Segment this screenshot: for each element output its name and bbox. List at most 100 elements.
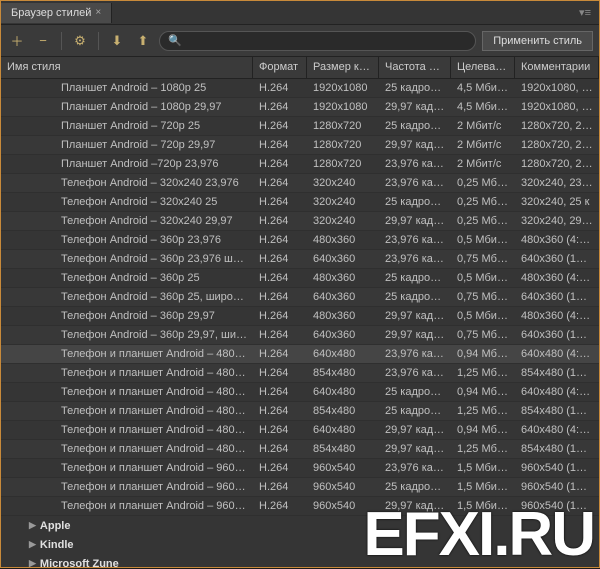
category-microsoft-zune[interactable]: ▶ Microsoft Zune (1, 554, 599, 567)
cell-name: Телефон Android – 360p 23,976 (1, 234, 253, 246)
close-icon[interactable]: × (95, 7, 101, 18)
cell-fmt: H.264 (253, 139, 307, 151)
cell-comm: 640x360 (16:9... (515, 253, 599, 265)
cell-name: Планшет Android – 1080p 25 (1, 82, 253, 94)
col-bitrate[interactable]: Целевая ч... (451, 57, 515, 78)
cell-rate: 29,97 кадро... (379, 101, 451, 113)
col-name[interactable]: Имя стиля (1, 57, 253, 78)
cell-rate: 25 кадров/... (379, 481, 451, 493)
panel-menu-icon[interactable]: ▾≡ (571, 6, 599, 19)
cell-rate: 29,97 кадро... (379, 310, 451, 322)
cell-name: Телефон и планшет Android – 960x540 2... (1, 500, 253, 512)
table-row[interactable]: Телефон Android – 360p 29,97H.264480x360… (1, 307, 599, 326)
table-row[interactable]: Телефон Android – 360p 25H.264480x36025 … (1, 269, 599, 288)
table-row[interactable]: Телефон Android – 360p 29,97, широкоэк..… (1, 326, 599, 345)
cell-comm: 640x480 (4:3... (515, 386, 599, 398)
search-input[interactable] (186, 35, 468, 47)
cell-comm: 640x360 (16:9... (515, 329, 599, 341)
cell-bit: 1,5 Мбит/с (451, 462, 515, 474)
cell-bit: 1,5 Мбит/с (451, 500, 515, 512)
cell-fmt: H.264 (253, 158, 307, 170)
cell-comm: 1920x1080, 2... (515, 82, 599, 94)
cell-comm: 320x240, 23,9... (515, 177, 599, 189)
cell-comm: 1280x720, 23... (515, 158, 599, 170)
cell-name: Телефон Android – 360p 23,976 широкоэ... (1, 253, 253, 265)
cell-rate: 25 кадров/... (379, 120, 451, 132)
add-icon[interactable]: ＋ (7, 31, 27, 51)
cell-name: Телефон и планшет Android – 480p 29,9... (1, 443, 253, 455)
table-row[interactable]: Планшет Android – 1080p 29,97H.2641920x1… (1, 98, 599, 117)
apply-style-button[interactable]: Применить стиль (482, 31, 593, 51)
table-row[interactable]: Телефон и планшет Android – 480p 29,97H.… (1, 421, 599, 440)
cell-size: 640x360 (307, 291, 379, 303)
cell-rate: 23,976 кад... (379, 367, 451, 379)
cell-fmt: H.264 (253, 196, 307, 208)
cell-comm: 1280x720, 25... (515, 120, 599, 132)
table-row[interactable]: Телефон Android – 320x240 29,97H.264320x… (1, 212, 599, 231)
cell-comm: 480x360 (4:3... (515, 272, 599, 284)
delete-icon[interactable]: − (33, 31, 53, 51)
cell-bit: 0,25 Мбит/с (451, 196, 515, 208)
cell-size: 640x480 (307, 386, 379, 398)
cell-fmt: H.264 (253, 310, 307, 322)
table-row[interactable]: Телефон Android – 360p 23,976 широкоэ...… (1, 250, 599, 269)
cell-bit: 1,25 Мбит/с (451, 367, 515, 379)
cell-bit: 0,94 Мбит/с (451, 348, 515, 360)
cell-bit: 0,5 Мбит/с (451, 234, 515, 246)
cell-rate: 29,97 кадро... (379, 329, 451, 341)
panel-tab[interactable]: Браузер стилей × (1, 3, 112, 23)
table-row[interactable]: Телефон и планшет Android – 480p 29,9...… (1, 440, 599, 459)
table-row[interactable]: Телефон и планшет Android – 960x540 2...… (1, 497, 599, 516)
cell-size: 960x540 (307, 481, 379, 493)
col-comment[interactable]: Комментарии (515, 57, 599, 78)
toolbar: ＋ − ⚙ ⬇ ⬆ 🔍 Применить стиль (1, 25, 599, 57)
cell-fmt: H.264 (253, 234, 307, 246)
cell-rate: 23,976 кад... (379, 177, 451, 189)
table-row[interactable]: Телефон Android – 320x240 25H.264320x240… (1, 193, 599, 212)
cell-comm: 1920x1080, 29... (515, 101, 599, 113)
category-apple[interactable]: ▶ Apple (1, 516, 599, 535)
cell-bit: 2 Мбит/с (451, 120, 515, 132)
table-row[interactable]: Планшет Android – 720p 29,97H.2641280x72… (1, 136, 599, 155)
search-box[interactable]: 🔍 (159, 31, 476, 51)
table-row[interactable]: Телефон Android – 360p 23,976H.264480x36… (1, 231, 599, 250)
cell-comm: 854x480 (16:9... (515, 443, 599, 455)
col-rate[interactable]: Частота кад... (379, 57, 451, 78)
cell-size: 1280x720 (307, 158, 379, 170)
col-format[interactable]: Формат (253, 57, 307, 78)
cell-size: 1920x1080 (307, 101, 379, 113)
table-row[interactable]: Телефон и планшет Android – 480p 25,...H… (1, 402, 599, 421)
cell-bit: 0,94 Мбит/с (451, 386, 515, 398)
table-row[interactable]: Телефон и планшет Android – 960x540 2...… (1, 459, 599, 478)
expand-icon: ▶ (29, 539, 36, 550)
table-row[interactable]: Планшет Android – 720p 25H.2641280x72025… (1, 117, 599, 136)
import-icon[interactable]: ⬇ (107, 31, 127, 51)
cell-fmt: H.264 (253, 348, 307, 360)
table-row[interactable]: Планшет Android – 1080p 25H.2641920x1080… (1, 79, 599, 98)
cell-comm: 320x240, 29,9... (515, 215, 599, 227)
table-row[interactable]: Телефон и планшет Android – 480p 23,9...… (1, 364, 599, 383)
cell-size: 960x540 (307, 500, 379, 512)
cell-fmt: H.264 (253, 253, 307, 265)
cell-rate: 25 кадров/... (379, 291, 451, 303)
cell-comm: 960x540 (16:9... (515, 481, 599, 493)
settings-icon[interactable]: ⚙ (70, 31, 90, 51)
table-row[interactable]: Телефон и планшет Android – 480p 25H.264… (1, 383, 599, 402)
cell-bit: 1,25 Мбит/с (451, 443, 515, 455)
table-row[interactable]: Телефон Android – 360p 25, широкоэкр...H… (1, 288, 599, 307)
cell-bit: 1,25 Мбит/с (451, 405, 515, 417)
table-row[interactable]: Планшет Android –720p 23,976H.2641280x72… (1, 155, 599, 174)
export-icon[interactable]: ⬆ (133, 31, 153, 51)
cell-size: 320x240 (307, 177, 379, 189)
table-row[interactable]: Телефон и планшет Android – 480p 23,976H… (1, 345, 599, 364)
table-row[interactable]: Телефон и планшет Android – 960x540 2...… (1, 478, 599, 497)
cell-comm: 1280x720, 29... (515, 139, 599, 151)
cell-bit: 0,25 Мбит/с (451, 177, 515, 189)
cell-fmt: H.264 (253, 500, 307, 512)
cell-comm: 854x480 (16:9... (515, 367, 599, 379)
table-header: Имя стиля Формат Размер кад... Частота к… (1, 57, 599, 79)
table-row[interactable]: Телефон Android – 320x240 23,976H.264320… (1, 174, 599, 193)
cell-size: 480x360 (307, 310, 379, 322)
col-size[interactable]: Размер кад... (307, 57, 379, 78)
category-kindle[interactable]: ▶ Kindle (1, 535, 599, 554)
